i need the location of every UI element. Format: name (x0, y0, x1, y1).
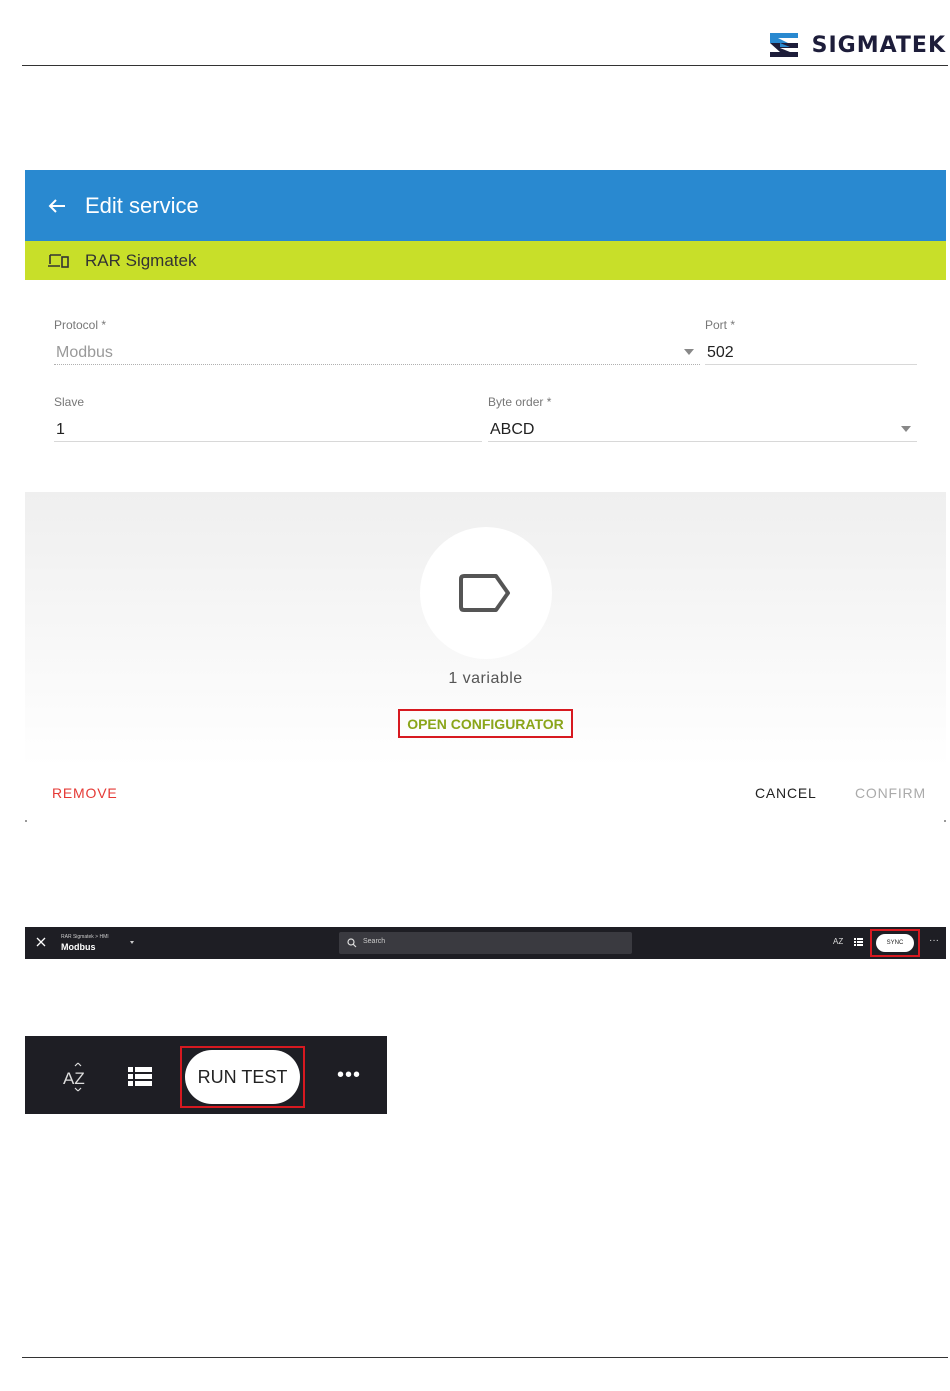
search-icon (347, 938, 357, 948)
document-header: SIGMATEK (22, 0, 948, 66)
byte-order-field[interactable]: Byte order * ABCD (488, 395, 917, 442)
devices-icon (48, 253, 69, 268)
sync-button[interactable]: SYNC (876, 934, 914, 952)
breadcrumb[interactable]: RAR Sigmatek > HMI (61, 934, 109, 940)
toolbar-title[interactable]: Modbus (61, 942, 96, 952)
list-icon[interactable] (854, 938, 863, 946)
slave-label: Slave (54, 395, 85, 409)
sort-az-icon[interactable]: AZ (833, 937, 843, 946)
dialog-corner (25, 820, 27, 822)
more-icon[interactable]: ··· (929, 935, 939, 946)
sync-highlight: SYNC (870, 929, 920, 957)
edit-service-dialog: Edit service RAR Sigmatek Protocol * Mod… (25, 170, 946, 822)
variable-count: 1 variable (448, 670, 523, 687)
port-label: Port * (705, 318, 736, 332)
variable-icon-circle (420, 527, 552, 659)
cancel-button[interactable]: CANCEL (755, 785, 817, 801)
protocol-field[interactable]: Protocol * Modbus (54, 318, 700, 365)
search-placeholder: Search (363, 938, 386, 945)
variables-section: 1 variable OPEN CONFIGURATOR (25, 492, 946, 767)
port-field[interactable]: Port * 502 (705, 318, 917, 365)
run-test-button[interactable]: RUN TEST (185, 1050, 300, 1104)
close-icon[interactable] (35, 936, 47, 948)
chevron-down-icon[interactable] (130, 941, 134, 944)
label-tag-icon (459, 574, 510, 612)
dialog-actions: REMOVE CANCEL CONFIRM (25, 780, 946, 810)
protocol-label: Protocol * (54, 318, 107, 332)
port-input[interactable]: 502 (705, 341, 917, 365)
sigmatek-logo: SIGMATEK (766, 30, 946, 60)
sigmatek-logo-icon (769, 33, 798, 57)
byte-order-select[interactable]: ABCD (488, 418, 917, 442)
slave-input[interactable]: 1 (54, 418, 482, 442)
more-icon[interactable]: ••• (337, 1064, 361, 1087)
chevron-down-icon (901, 426, 911, 432)
search-input[interactable]: Search (339, 932, 632, 954)
run-test-highlight: RUN TEST (180, 1046, 305, 1108)
device-name: RAR Sigmatek (85, 250, 197, 270)
svg-text:AZ: AZ (63, 1069, 85, 1088)
list-icon[interactable] (128, 1067, 152, 1087)
confirm-button[interactable]: CONFIRM (855, 785, 926, 801)
zoomed-toolbar: AZ RUN TEST ••• (25, 1036, 387, 1114)
chevron-down-icon (684, 349, 694, 355)
footer-divider (22, 1357, 948, 1358)
byte-order-label: Byte order * (488, 395, 552, 409)
arrow-left-icon[interactable] (45, 194, 69, 218)
open-configurator-button[interactable]: OPEN CONFIGURATOR (398, 709, 573, 738)
sort-az-icon[interactable]: AZ (63, 1062, 93, 1092)
remove-button[interactable]: REMOVE (52, 785, 117, 801)
hmi-toolbar: RAR Sigmatek > HMI Modbus Search AZ SYNC… (25, 927, 946, 959)
device-bar: RAR Sigmatek (25, 241, 946, 280)
dialog-corner (944, 820, 946, 822)
slave-field[interactable]: Slave 1 (54, 395, 482, 442)
app-bar: Edit service (25, 170, 946, 241)
logo-text: SIGMATEK (811, 32, 946, 58)
dialog-title: Edit service (85, 192, 199, 218)
protocol-select[interactable]: Modbus (54, 341, 700, 365)
